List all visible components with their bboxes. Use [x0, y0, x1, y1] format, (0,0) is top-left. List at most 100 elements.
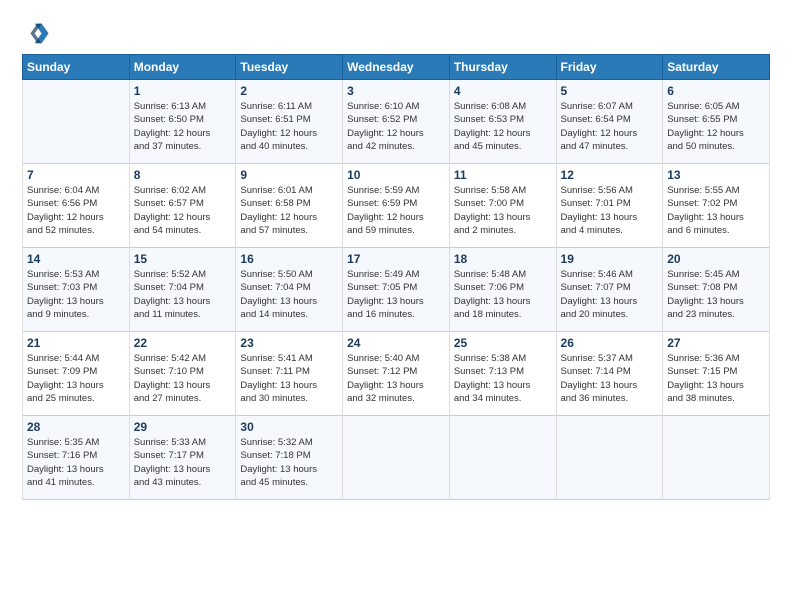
week-row-3: 21Sunrise: 5:44 AM Sunset: 7:09 PM Dayli…	[23, 332, 770, 416]
calendar-body: 1 Sunrise: 6:13 AM Sunset: 6:50 PM Daylig…	[23, 80, 770, 500]
day-info: Sunrise: 5:45 AM Sunset: 7:08 PM Dayligh…	[667, 268, 765, 321]
calendar-cell: 16Sunrise: 5:50 AM Sunset: 7:04 PM Dayli…	[236, 248, 343, 332]
day-number: 22	[134, 336, 232, 350]
day-number: 9	[240, 168, 338, 182]
calendar-cell: 7 Sunrise: 6:04 AM Sunset: 6:56 PM Daylig…	[23, 164, 130, 248]
calendar-cell: 19Sunrise: 5:46 AM Sunset: 7:07 PM Dayli…	[556, 248, 663, 332]
day-info: Sunrise: 5:36 AM Sunset: 7:15 PM Dayligh…	[667, 352, 765, 405]
calendar-cell: 4 Sunrise: 6:08 AM Sunset: 6:53 PM Daylig…	[449, 80, 556, 164]
day-info: Sunrise: 5:38 AM Sunset: 7:13 PM Dayligh…	[454, 352, 552, 405]
page: SundayMondayTuesdayWednesdayThursdayFrid…	[0, 0, 792, 512]
day-number: 4	[454, 84, 552, 98]
header-cell-saturday: Saturday	[663, 55, 770, 80]
calendar-cell: 30 Sunrise: 5:32 AM Sunset: 7:18 PM Dayli…	[236, 416, 343, 500]
day-number: 10	[347, 168, 445, 182]
day-info: Sunrise: 6:05 AM Sunset: 6:55 PM Dayligh…	[667, 100, 765, 153]
day-number: 29	[134, 420, 232, 434]
calendar-cell: 14 Sunrise: 5:53 AM Sunset: 7:03 PM Dayli…	[23, 248, 130, 332]
day-number: 18	[454, 252, 552, 266]
week-row-1: 7 Sunrise: 6:04 AM Sunset: 6:56 PM Daylig…	[23, 164, 770, 248]
calendar-cell: 6 Sunrise: 6:05 AM Sunset: 6:55 PM Daylig…	[663, 80, 770, 164]
calendar-cell	[343, 416, 450, 500]
day-info: Sunrise: 5:59 AM Sunset: 6:59 PM Dayligh…	[347, 184, 445, 237]
header-row: SundayMondayTuesdayWednesdayThursdayFrid…	[23, 55, 770, 80]
day-number: 13	[667, 168, 765, 182]
calendar-cell: 22 Sunrise: 5:42 AM Sunset: 7:10 PM Dayli…	[129, 332, 236, 416]
calendar-cell: 23 Sunrise: 5:41 AM Sunset: 7:11 PM Dayli…	[236, 332, 343, 416]
day-info: Sunrise: 6:08 AM Sunset: 6:53 PM Dayligh…	[454, 100, 552, 153]
day-number: 28	[27, 420, 125, 434]
header-cell-monday: Monday	[129, 55, 236, 80]
day-number: 21	[27, 336, 125, 350]
calendar-cell: 1 Sunrise: 6:13 AM Sunset: 6:50 PM Daylig…	[129, 80, 236, 164]
calendar-cell	[23, 80, 130, 164]
calendar-cell	[556, 416, 663, 500]
day-number: 25	[454, 336, 552, 350]
calendar-cell: 12 Sunrise: 5:56 AM Sunset: 7:01 PM Dayli…	[556, 164, 663, 248]
calendar-cell: 13 Sunrise: 5:55 AM Sunset: 7:02 PM Dayli…	[663, 164, 770, 248]
day-info: Sunrise: 5:58 AM Sunset: 7:00 PM Dayligh…	[454, 184, 552, 237]
calendar-cell: 20Sunrise: 5:45 AM Sunset: 7:08 PM Dayli…	[663, 248, 770, 332]
day-info: Sunrise: 6:02 AM Sunset: 6:57 PM Dayligh…	[134, 184, 232, 237]
calendar-cell: 21Sunrise: 5:44 AM Sunset: 7:09 PM Dayli…	[23, 332, 130, 416]
header-cell-wednesday: Wednesday	[343, 55, 450, 80]
calendar-cell: 26Sunrise: 5:37 AM Sunset: 7:14 PM Dayli…	[556, 332, 663, 416]
calendar-cell	[663, 416, 770, 500]
day-info: Sunrise: 5:37 AM Sunset: 7:14 PM Dayligh…	[561, 352, 659, 405]
week-row-4: 28 Sunrise: 5:35 AM Sunset: 7:16 PM Dayli…	[23, 416, 770, 500]
day-info: Sunrise: 6:04 AM Sunset: 6:56 PM Dayligh…	[27, 184, 125, 237]
day-info: Sunrise: 6:07 AM Sunset: 6:54 PM Dayligh…	[561, 100, 659, 153]
calendar-table: SundayMondayTuesdayWednesdayThursdayFrid…	[22, 54, 770, 500]
calendar-cell: 9 Sunrise: 6:01 AM Sunset: 6:58 PM Daylig…	[236, 164, 343, 248]
header-cell-tuesday: Tuesday	[236, 55, 343, 80]
calendar-cell: 27 Sunrise: 5:36 AM Sunset: 7:15 PM Dayli…	[663, 332, 770, 416]
day-info: Sunrise: 5:52 AM Sunset: 7:04 PM Dayligh…	[134, 268, 232, 321]
calendar-cell: 25 Sunrise: 5:38 AM Sunset: 7:13 PM Dayli…	[449, 332, 556, 416]
calendar-header: SundayMondayTuesdayWednesdayThursdayFrid…	[23, 55, 770, 80]
day-info: Sunrise: 5:33 AM Sunset: 7:17 PM Dayligh…	[134, 436, 232, 489]
day-number: 2	[240, 84, 338, 98]
day-info: Sunrise: 5:53 AM Sunset: 7:03 PM Dayligh…	[27, 268, 125, 321]
calendar-cell	[449, 416, 556, 500]
day-info: Sunrise: 5:56 AM Sunset: 7:01 PM Dayligh…	[561, 184, 659, 237]
day-number: 30	[240, 420, 338, 434]
day-info: Sunrise: 5:49 AM Sunset: 7:05 PM Dayligh…	[347, 268, 445, 321]
header	[22, 18, 770, 46]
calendar-cell: 24 Sunrise: 5:40 AM Sunset: 7:12 PM Dayli…	[343, 332, 450, 416]
day-info: Sunrise: 6:01 AM Sunset: 6:58 PM Dayligh…	[240, 184, 338, 237]
header-cell-thursday: Thursday	[449, 55, 556, 80]
day-number: 6	[667, 84, 765, 98]
day-info: Sunrise: 5:46 AM Sunset: 7:07 PM Dayligh…	[561, 268, 659, 321]
day-number: 23	[240, 336, 338, 350]
calendar-cell: 18 Sunrise: 5:48 AM Sunset: 7:06 PM Dayli…	[449, 248, 556, 332]
day-info: Sunrise: 5:48 AM Sunset: 7:06 PM Dayligh…	[454, 268, 552, 321]
day-info: Sunrise: 6:13 AM Sunset: 6:50 PM Dayligh…	[134, 100, 232, 153]
day-info: Sunrise: 5:32 AM Sunset: 7:18 PM Dayligh…	[240, 436, 338, 489]
day-info: Sunrise: 5:42 AM Sunset: 7:10 PM Dayligh…	[134, 352, 232, 405]
day-info: Sunrise: 5:55 AM Sunset: 7:02 PM Dayligh…	[667, 184, 765, 237]
day-number: 5	[561, 84, 659, 98]
day-number: 15	[134, 252, 232, 266]
day-number: 27	[667, 336, 765, 350]
week-row-0: 1 Sunrise: 6:13 AM Sunset: 6:50 PM Daylig…	[23, 80, 770, 164]
calendar-cell: 11Sunrise: 5:58 AM Sunset: 7:00 PM Dayli…	[449, 164, 556, 248]
day-info: Sunrise: 5:41 AM Sunset: 7:11 PM Dayligh…	[240, 352, 338, 405]
calendar-cell: 29 Sunrise: 5:33 AM Sunset: 7:17 PM Dayli…	[129, 416, 236, 500]
calendar-cell: 10 Sunrise: 5:59 AM Sunset: 6:59 PM Dayli…	[343, 164, 450, 248]
calendar-cell: 17Sunrise: 5:49 AM Sunset: 7:05 PM Dayli…	[343, 248, 450, 332]
day-number: 14	[27, 252, 125, 266]
day-info: Sunrise: 5:35 AM Sunset: 7:16 PM Dayligh…	[27, 436, 125, 489]
calendar-cell: 28 Sunrise: 5:35 AM Sunset: 7:16 PM Dayli…	[23, 416, 130, 500]
calendar-cell: 8 Sunrise: 6:02 AM Sunset: 6:57 PM Daylig…	[129, 164, 236, 248]
calendar-cell: 2Sunrise: 6:11 AM Sunset: 6:51 PM Daylig…	[236, 80, 343, 164]
day-number: 8	[134, 168, 232, 182]
logo-icon	[22, 18, 50, 46]
calendar-cell: 3 Sunrise: 6:10 AM Sunset: 6:52 PM Daylig…	[343, 80, 450, 164]
day-number: 12	[561, 168, 659, 182]
day-number: 1	[134, 84, 232, 98]
day-number: 7	[27, 168, 125, 182]
day-number: 3	[347, 84, 445, 98]
day-number: 24	[347, 336, 445, 350]
day-info: Sunrise: 6:10 AM Sunset: 6:52 PM Dayligh…	[347, 100, 445, 153]
day-info: Sunrise: 5:40 AM Sunset: 7:12 PM Dayligh…	[347, 352, 445, 405]
